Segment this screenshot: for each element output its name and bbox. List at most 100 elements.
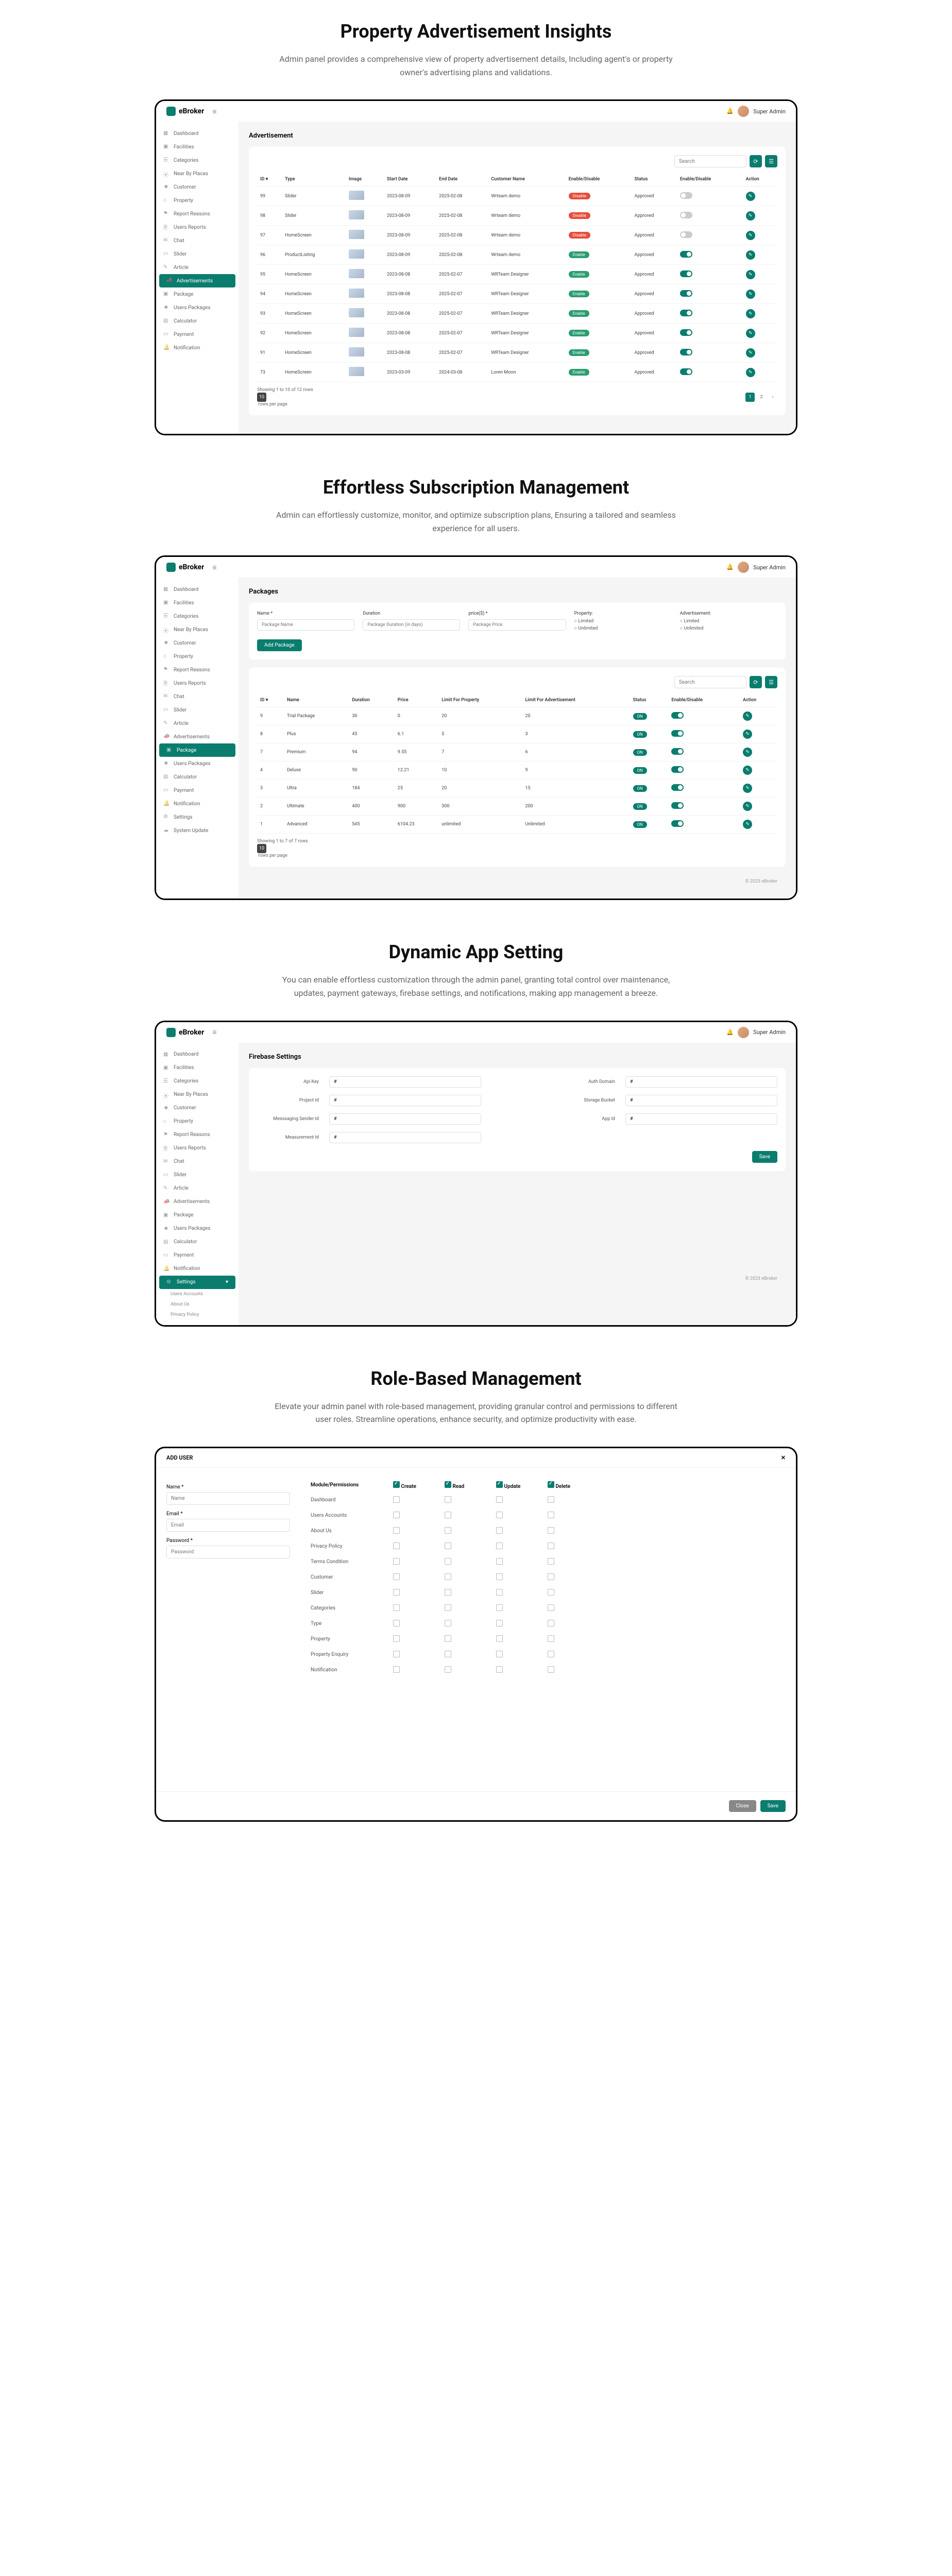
- sidebar-item-customer[interactable]: ☻Customer: [156, 1101, 239, 1115]
- update-checkbox[interactable]: [496, 1666, 503, 1673]
- sidebar-item-payment[interactable]: ▭Payment: [156, 1249, 239, 1262]
- create-checkbox[interactable]: [393, 1543, 400, 1549]
- sidebar-item-calculator[interactable]: ▤Calculator: [156, 770, 239, 784]
- toggle[interactable]: [680, 349, 692, 355]
- delete-all-checkbox[interactable]: [548, 1481, 554, 1488]
- create-all-checkbox[interactable]: [393, 1481, 400, 1488]
- toggle[interactable]: [680, 212, 692, 218]
- sidebar-item-ads[interactable]: 📣Advertisements: [156, 1195, 239, 1209]
- edit-button[interactable]: ✎: [743, 748, 752, 757]
- sidebar-item-slider[interactable]: ▭Slider: [156, 703, 239, 717]
- delete-checkbox[interactable]: [548, 1496, 554, 1503]
- sidebar-item-article[interactable]: ✎Article: [156, 717, 239, 730]
- toggle[interactable]: [671, 820, 684, 827]
- appid-input[interactable]: [625, 1113, 777, 1125]
- sidebar-item-near[interactable]: ⦿Near By Places: [156, 1088, 239, 1101]
- sidebar-item-dashboard[interactable]: ▦Dashboard: [156, 127, 239, 140]
- sidebar-item-chat[interactable]: ✉Chat: [156, 690, 239, 703]
- edit-button[interactable]: ✎: [746, 368, 755, 377]
- page-2[interactable]: 2: [757, 393, 766, 402]
- create-checkbox[interactable]: [393, 1527, 400, 1534]
- sidebar-item-dashboard[interactable]: ▦Dashboard: [156, 1048, 239, 1061]
- name-input[interactable]: [166, 1492, 290, 1505]
- delete-checkbox[interactable]: [548, 1604, 554, 1611]
- sidebar-item-ureports[interactable]: 🗎Users Reports: [156, 221, 239, 234]
- read-checkbox[interactable]: [445, 1635, 451, 1642]
- bell-icon[interactable]: 🔔: [726, 1029, 734, 1036]
- toggle[interactable]: [671, 802, 684, 809]
- read-checkbox[interactable]: [445, 1620, 451, 1626]
- sidebar-item-upackages[interactable]: ☻Users Packages: [156, 301, 239, 314]
- toggle[interactable]: [680, 231, 692, 238]
- edit-button[interactable]: ✎: [746, 329, 755, 338]
- sidebar-item-categories[interactable]: ☰Categories: [156, 609, 239, 623]
- sidebar-item-facilities[interactable]: ▣Facilities: [156, 140, 239, 154]
- sidebar-sub-privacy[interactable]: Privacy Policy: [156, 1310, 239, 1320]
- toggle[interactable]: [671, 766, 684, 773]
- sidebar-item-near[interactable]: ⦿Near By Places: [156, 167, 239, 180]
- sidebar-item-settings[interactable]: ⚙Settings: [156, 810, 239, 824]
- delete-checkbox[interactable]: [548, 1666, 554, 1673]
- toggle[interactable]: [680, 329, 692, 336]
- close-button[interactable]: Close: [729, 1800, 756, 1812]
- col-action[interactable]: Action: [740, 693, 777, 707]
- col-ed[interactable]: Enable/Disable: [668, 693, 740, 707]
- avatar[interactable]: [738, 562, 749, 573]
- edit-button[interactable]: ✎: [743, 766, 752, 775]
- password-input[interactable]: [166, 1546, 290, 1558]
- col-price[interactable]: Price: [395, 693, 438, 707]
- edit-button[interactable]: ✎: [746, 231, 755, 240]
- page-next[interactable]: ›: [768, 393, 777, 402]
- sidebar-item-property[interactable]: ⌂Property: [156, 1115, 239, 1128]
- toggle[interactable]: [680, 310, 692, 316]
- edit-button[interactable]: ✎: [743, 820, 752, 829]
- toggle[interactable]: [680, 290, 692, 297]
- create-checkbox[interactable]: [393, 1651, 400, 1657]
- sidebar-item-notification[interactable]: 🔔Notification: [156, 341, 239, 354]
- sidebar-item-settings[interactable]: ⚙Settings▾: [159, 1276, 235, 1289]
- project-input[interactable]: [329, 1095, 481, 1106]
- perpage-select[interactable]: 10: [257, 393, 266, 402]
- edit-button[interactable]: ✎: [746, 290, 755, 299]
- toggle[interactable]: [671, 784, 684, 791]
- create-checkbox[interactable]: [393, 1558, 400, 1565]
- read-checkbox[interactable]: [445, 1558, 451, 1565]
- create-checkbox[interactable]: [393, 1496, 400, 1503]
- edit-button[interactable]: ✎: [743, 730, 752, 739]
- sidebar-item-facilities[interactable]: ▣Facilities: [156, 1061, 239, 1075]
- sidebar-item-slider[interactable]: ▭Slider: [156, 247, 239, 261]
- update-all-checkbox[interactable]: [496, 1481, 503, 1488]
- sidebar-item-article[interactable]: ✎Article: [156, 1182, 239, 1195]
- price-input[interactable]: [468, 619, 566, 631]
- edit-button[interactable]: ✎: [746, 192, 755, 201]
- measure-input[interactable]: [329, 1132, 481, 1143]
- property-limited-radio[interactable]: ○ Limited: [574, 618, 672, 624]
- update-checkbox[interactable]: [496, 1589, 503, 1596]
- sidebar-item-payment[interactable]: ▭Payment: [156, 784, 239, 797]
- sidebar-item-reportr[interactable]: ⚑Report Reasons: [156, 1128, 239, 1142]
- avatar[interactable]: [738, 1027, 749, 1038]
- columns-button[interactable]: ☰: [765, 676, 777, 688]
- edit-button[interactable]: ✎: [746, 270, 755, 279]
- sidebar-item-payment[interactable]: ▭Payment: [156, 328, 239, 341]
- update-checkbox[interactable]: [496, 1651, 503, 1657]
- create-checkbox[interactable]: [393, 1620, 400, 1626]
- edit-button[interactable]: ✎: [746, 348, 755, 358]
- apikey-input[interactable]: [329, 1076, 481, 1088]
- update-checkbox[interactable]: [496, 1512, 503, 1518]
- update-checkbox[interactable]: [496, 1604, 503, 1611]
- edit-button[interactable]: ✎: [743, 802, 752, 811]
- read-checkbox[interactable]: [445, 1666, 451, 1673]
- create-checkbox[interactable]: [393, 1635, 400, 1642]
- update-checkbox[interactable]: [496, 1573, 503, 1580]
- sidebar-item-customer[interactable]: ☻Customer: [156, 180, 239, 194]
- read-checkbox[interactable]: [445, 1651, 451, 1657]
- col-type[interactable]: Type: [282, 173, 346, 187]
- read-checkbox[interactable]: [445, 1604, 451, 1611]
- update-checkbox[interactable]: [496, 1558, 503, 1565]
- refresh-button[interactable]: ⟳: [750, 155, 762, 167]
- col-end[interactable]: End Date: [436, 173, 488, 187]
- read-checkbox[interactable]: [445, 1573, 451, 1580]
- sidebar-item-ureports[interactable]: 🗎Users Reports: [156, 676, 239, 690]
- col-ladv[interactable]: Limit For Advertisement: [522, 693, 630, 707]
